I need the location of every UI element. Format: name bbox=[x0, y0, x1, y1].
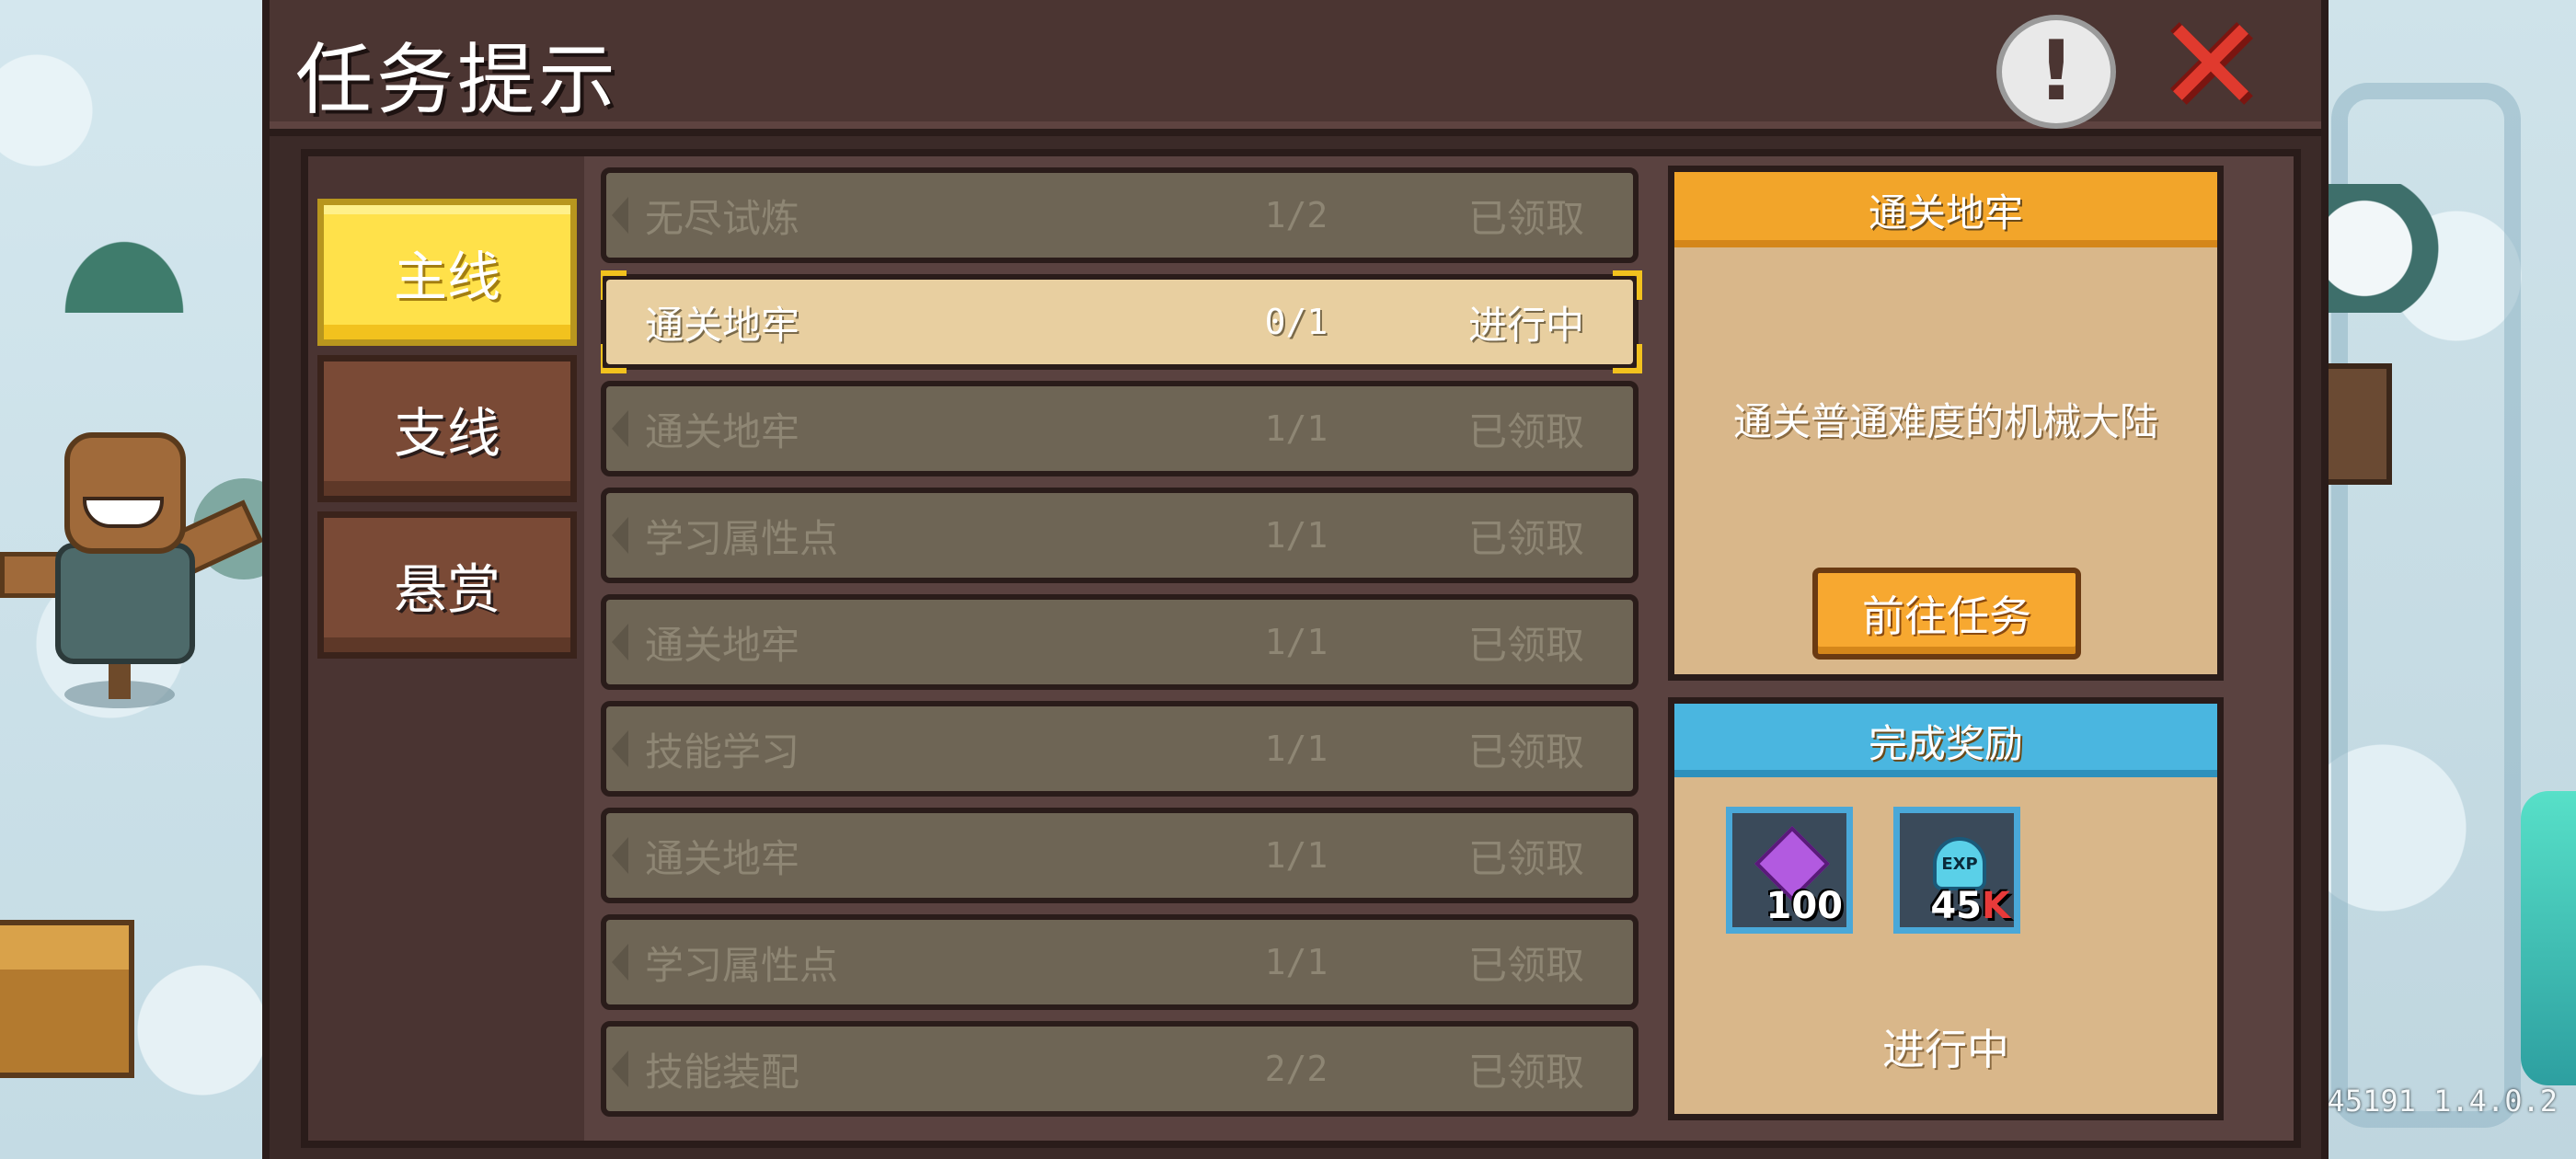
row-arrow-icon bbox=[612, 410, 628, 447]
quest-row-selected[interactable]: 通关地牢 0/1 进行中 bbox=[601, 270, 1642, 373]
quest-progress: 1/1 bbox=[1264, 515, 1328, 556]
quest-status: 已领取 bbox=[1467, 195, 1584, 241]
quest-status: 已领取 bbox=[1467, 942, 1584, 988]
exp-icon: EXP bbox=[1933, 837, 1986, 890]
tab-bounty[interactable]: 悬赏 bbox=[317, 511, 577, 659]
reward-status: 进行中 bbox=[1882, 1025, 2009, 1074]
quest-status: 已领取 bbox=[1467, 515, 1584, 561]
quest-row[interactable]: 学习属性点 1/1 已领取 bbox=[601, 914, 1639, 1010]
close-button[interactable]: ✕ bbox=[2151, 2, 2271, 131]
quest-progress: 0/1 bbox=[1264, 302, 1328, 342]
quest-status: 已领取 bbox=[1467, 1049, 1584, 1095]
title-bar: 任务提示 ! ✕ bbox=[270, 0, 2321, 136]
quest-name: 通关地牢 bbox=[645, 835, 800, 881]
quest-row[interactable]: 通关地牢 1/1 已领取 bbox=[601, 381, 1639, 476]
window-content: 主线 支线 悬赏 无尽试炼 1/2 已领取 通关地牢 0/1 进行中 通关地牢 … bbox=[301, 149, 2301, 1148]
rewards-panel: 完成奖励 100 EXP 45K 进行中 bbox=[1668, 697, 2224, 1120]
row-arrow-icon bbox=[612, 837, 628, 874]
row-arrow-icon bbox=[612, 730, 628, 767]
quest-window: 任务提示 ! ✕ 主线 支线 悬赏 无尽试炼 1/2 已领取 通关地牢 0/1 bbox=[262, 0, 2329, 1159]
tab-main[interactable]: 主线 bbox=[317, 199, 577, 346]
tab-side[interactable]: 支线 bbox=[317, 355, 577, 502]
quest-name: 学习属性点 bbox=[645, 942, 839, 988]
quest-row[interactable]: 通关地牢 1/1 已领取 bbox=[601, 594, 1639, 690]
row-arrow-icon bbox=[612, 944, 628, 981]
quest-progress: 1/1 bbox=[1264, 622, 1328, 662]
go-to-quest-button[interactable]: 前往任务 bbox=[1812, 568, 2081, 660]
quest-name: 通关地牢 bbox=[645, 302, 800, 348]
quest-status: 已领取 bbox=[1467, 408, 1584, 454]
reward-slot[interactable]: EXP 45K bbox=[1893, 807, 2020, 934]
row-arrow-icon bbox=[612, 624, 628, 660]
row-arrow-icon bbox=[612, 517, 628, 554]
quest-name: 无尽试炼 bbox=[645, 195, 800, 241]
quest-status: 进行中 bbox=[1467, 302, 1584, 348]
row-arrow-icon bbox=[612, 1050, 628, 1087]
treasure-chest bbox=[0, 920, 134, 1078]
quest-status: 已领取 bbox=[1467, 729, 1584, 775]
reward-amount: 100 bbox=[1765, 885, 1844, 927]
quest-list[interactable]: 无尽试炼 1/2 已领取 通关地牢 0/1 进行中 通关地牢 1/1 已领取 学… bbox=[601, 167, 1650, 1124]
quest-progress: 2/2 bbox=[1264, 1049, 1328, 1089]
quest-progress: 1/2 bbox=[1264, 195, 1328, 235]
selection-corner bbox=[601, 344, 627, 373]
quest-name: 通关地牢 bbox=[645, 408, 800, 454]
quest-row[interactable]: 技能装配 2/2 已领取 bbox=[601, 1021, 1639, 1117]
detail-title: 通关地牢 bbox=[1674, 172, 2217, 247]
reward-slot[interactable]: 100 bbox=[1726, 807, 1853, 934]
quest-name: 技能学习 bbox=[645, 729, 800, 775]
exclamation-icon: ! bbox=[2037, 23, 2076, 120]
quest-name: 技能装配 bbox=[645, 1049, 800, 1095]
quest-progress: 1/1 bbox=[1264, 835, 1328, 876]
quest-detail-panel: 通关地牢 通关普通难度的机械大陆 前往任务 bbox=[1668, 166, 2224, 681]
quest-progress: 1/1 bbox=[1264, 942, 1328, 982]
quest-row[interactable]: 通关地牢 1/1 已领取 bbox=[601, 808, 1639, 903]
quest-row[interactable]: 技能学习 1/1 已领取 bbox=[601, 701, 1639, 797]
quest-description: 通关普通难度的机械大陆 bbox=[1732, 399, 2158, 444]
row-arrow-icon bbox=[612, 197, 628, 234]
grass-bush bbox=[55, 230, 193, 313]
scarecrow-npc bbox=[0, 414, 264, 708]
quest-status: 已领取 bbox=[1467, 622, 1584, 668]
portal bbox=[2521, 791, 2576, 1085]
quest-progress: 1/1 bbox=[1264, 729, 1328, 769]
reward-amount: 45K bbox=[1930, 885, 2010, 927]
close-icon: ✕ bbox=[2156, 0, 2265, 141]
quest-name: 通关地牢 bbox=[645, 622, 800, 668]
selection-corner bbox=[601, 270, 627, 300]
quest-progress: 1/1 bbox=[1264, 408, 1328, 449]
quest-row[interactable]: 无尽试炼 1/2 已领取 bbox=[601, 167, 1639, 263]
quest-name: 学习属性点 bbox=[645, 515, 839, 561]
window-title: 任务提示 bbox=[295, 35, 620, 125]
quest-row[interactable]: 学习属性点 1/1 已领取 bbox=[601, 488, 1639, 583]
quest-status: 已领取 bbox=[1467, 835, 1584, 881]
tab-column: 主线 支线 悬赏 bbox=[308, 156, 584, 1141]
info-button[interactable]: ! bbox=[1996, 15, 2116, 129]
rewards-title: 完成奖励 bbox=[1674, 704, 2217, 777]
